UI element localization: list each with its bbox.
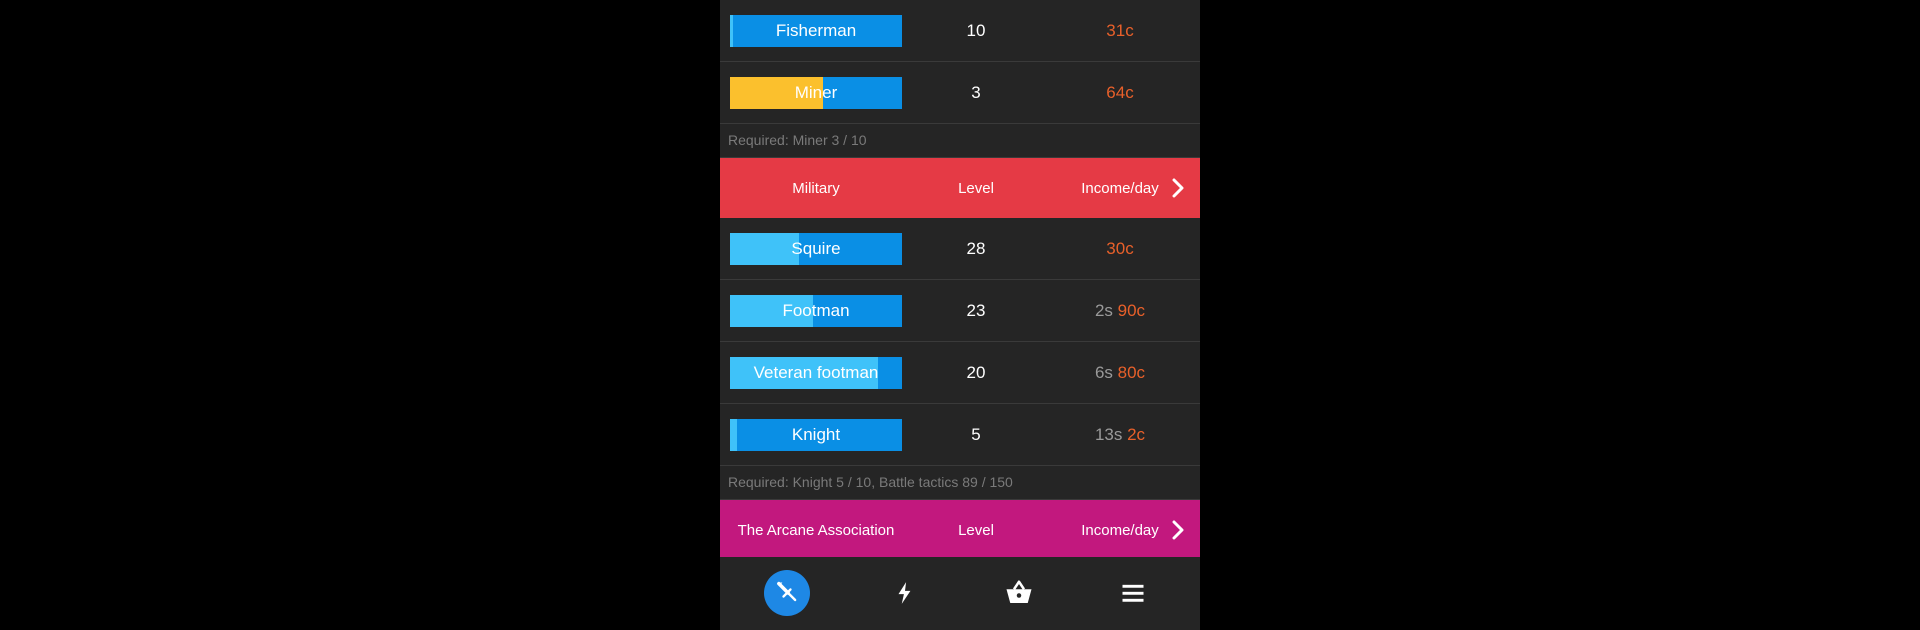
job-progress-bar[interactable]: Footman — [730, 294, 902, 327]
income-silver: 2s — [1094, 300, 1113, 320]
nav-jobs-button[interactable] — [764, 570, 810, 616]
progress-fill — [730, 14, 734, 47]
category-title: The Arcane Association — [737, 521, 895, 539]
job-progress-bar[interactable]: Squire — [730, 232, 902, 265]
income-silver: 13s — [1094, 424, 1123, 444]
chevron-right-icon[interactable] — [1168, 520, 1188, 540]
job-level: 28 — [966, 238, 986, 258]
job-progress-bar[interactable]: Veteran footman — [730, 356, 902, 389]
job-level: 5 — [971, 424, 981, 444]
job-income: 13s 2c — [1040, 425, 1200, 445]
commoner-job-list: Fisherman 10 31c Miner 3 64c — [720, 0, 1200, 124]
requirement-text: Required: Knight 5 / 10, Battle tactics … — [720, 466, 1200, 500]
income-silver: 6s — [1094, 362, 1113, 382]
job-level: 3 — [971, 82, 981, 102]
job-name: Knight — [791, 424, 841, 444]
lightning-icon — [898, 582, 911, 604]
progress-fill — [730, 232, 799, 265]
job-progress-bar[interactable]: Knight — [730, 418, 902, 451]
job-name: Squire — [791, 238, 841, 258]
sword-icon — [777, 581, 797, 602]
income-copper: 80c — [1117, 362, 1146, 382]
game-screen: Fisherman 10 31c Miner 3 64c Required: M… — [720, 0, 1200, 630]
job-name: Veteran footman — [753, 362, 879, 382]
category-header-military[interactable]: Military Level Income/day — [720, 158, 1200, 218]
job-income: 31c — [1040, 21, 1200, 41]
job-name: Footman — [782, 300, 850, 320]
category-title: Military — [792, 179, 840, 197]
job-income: 64c — [1040, 83, 1200, 103]
job-level: 20 — [966, 362, 986, 382]
bottom-navigation — [720, 557, 1200, 630]
job-name: Fisherman — [775, 20, 857, 40]
job-name: Miner — [794, 82, 838, 102]
income-copper: 90c — [1117, 300, 1146, 320]
job-progress-bar[interactable]: Miner — [730, 76, 902, 109]
income-copper: 31c — [1106, 20, 1134, 40]
level-column-header: Level — [958, 179, 994, 197]
income-copper: 2c — [1127, 424, 1146, 444]
job-income: 2s 90c — [1040, 301, 1200, 321]
job-row-veteran-footman[interactable]: Veteran footman 20 6s 80c — [720, 342, 1200, 404]
job-row-footman[interactable]: Footman 23 2s 90c — [720, 280, 1200, 342]
category-header-arcane-association[interactable]: The Arcane Association Level Income/day — [720, 500, 1200, 560]
job-row-squire[interactable]: Squire 28 30c — [720, 218, 1200, 280]
menu-icon — [1122, 584, 1144, 602]
shopping-basket-icon — [1006, 580, 1032, 603]
job-income: 6s 80c — [1040, 363, 1200, 383]
nav-skills-button[interactable] — [882, 570, 928, 616]
job-level: 10 — [966, 20, 986, 40]
job-row-fisherman[interactable]: Fisherman 10 31c — [720, 0, 1200, 62]
income-copper: 64c — [1106, 82, 1134, 102]
job-level: 23 — [966, 300, 986, 320]
progress-fill — [730, 418, 737, 451]
level-column-header: Level — [958, 521, 994, 539]
income-copper: 30c — [1106, 238, 1134, 258]
job-row-knight[interactable]: Knight 5 13s 2c — [720, 404, 1200, 466]
job-progress-bar[interactable]: Fisherman — [730, 14, 902, 47]
job-row-miner[interactable]: Miner 3 64c — [720, 62, 1200, 124]
chevron-right-icon[interactable] — [1168, 178, 1188, 198]
requirement-text: Required: Miner 3 / 10 — [720, 124, 1200, 158]
nav-menu-button[interactable] — [1110, 570, 1156, 616]
nav-shop-button[interactable] — [996, 570, 1042, 616]
job-income: 30c — [1040, 239, 1200, 259]
military-job-list: Squire 28 30c Footman 23 2s 90c Veteran … — [720, 218, 1200, 466]
